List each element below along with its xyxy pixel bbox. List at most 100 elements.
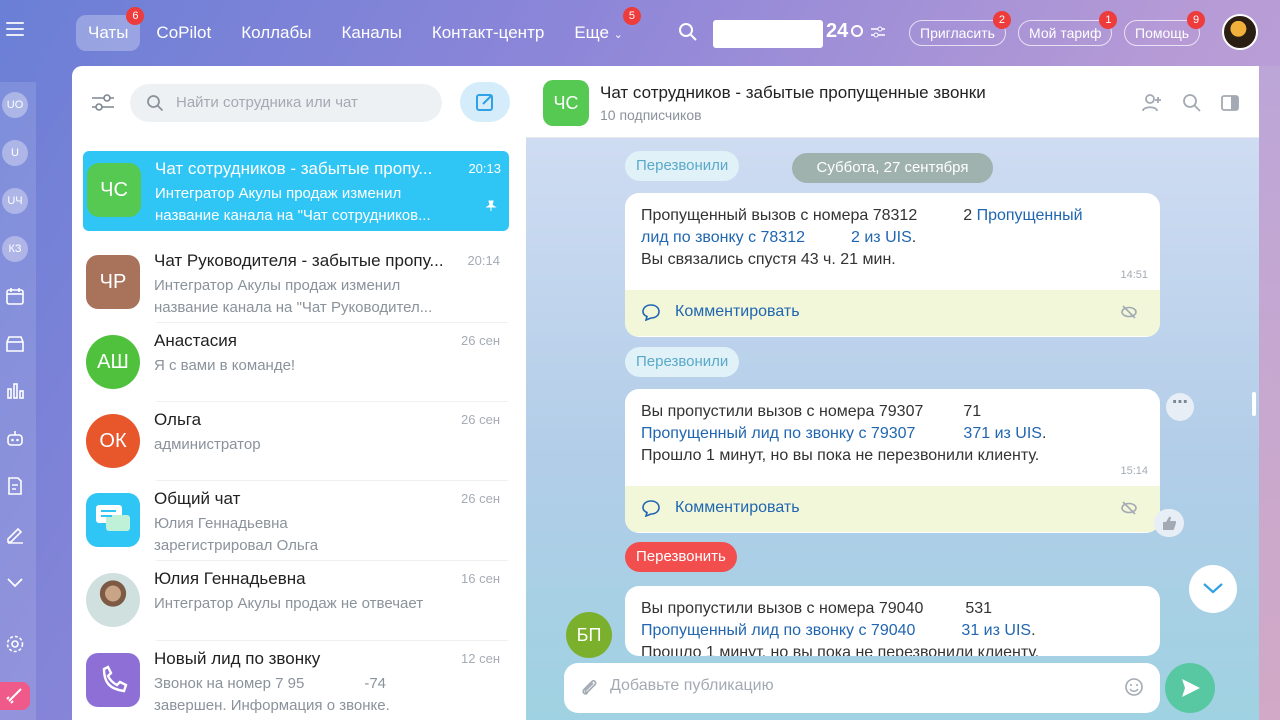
message-bubble: Вы пропустили вызов с номера 79040 531 Пр… bbox=[625, 586, 1160, 656]
nav-channels[interactable]: Каналы bbox=[327, 15, 415, 51]
user-photo bbox=[86, 573, 140, 627]
chat-preview-line: завершен. Информация о звонке. bbox=[154, 697, 390, 714]
emoji-icon[interactable] bbox=[1124, 677, 1144, 702]
tariff-button[interactable]: Мой тариф 1 bbox=[1018, 11, 1118, 46]
filter-icon[interactable] bbox=[92, 94, 114, 117]
search-icon[interactable] bbox=[1181, 92, 1203, 114]
comment-button[interactable]: Комментировать bbox=[625, 486, 1160, 532]
sliders-icon[interactable] bbox=[871, 25, 885, 44]
chat-name: Анастасия bbox=[154, 331, 237, 350]
comment-button[interactable]: Комментировать bbox=[625, 290, 1160, 336]
message-composer[interactable]: Добавьте публикацию bbox=[564, 663, 1160, 713]
more-options-icon[interactable]: ⋯ bbox=[1166, 393, 1194, 421]
nav-more-label: Еще bbox=[574, 23, 609, 42]
message-text: Вы пропустили вызов с номера 79040 531 Пр… bbox=[625, 586, 1160, 656]
scrollbar-thumb[interactable] bbox=[1252, 392, 1256, 416]
sign-icon[interactable] bbox=[5, 524, 25, 544]
nav-collabs[interactable]: Коллабы bbox=[227, 15, 325, 51]
chat-search-input[interactable]: Найти сотрудника или чат bbox=[130, 84, 442, 122]
chat-preview: Звонок на номер 7 95 -74 завершен. Информ… bbox=[154, 673, 474, 717]
document-edit-icon[interactable] bbox=[5, 476, 25, 496]
nav-chats[interactable]: Чаты 6 bbox=[76, 7, 145, 51]
invite-button[interactable]: Пригласить 2 bbox=[909, 11, 1011, 46]
redacted-area bbox=[915, 425, 964, 442]
send-button[interactable] bbox=[1165, 663, 1215, 713]
robot-icon[interactable] bbox=[5, 428, 25, 448]
sender-avatar[interactable]: БП bbox=[566, 612, 612, 658]
thumbs-up-icon[interactable] bbox=[1154, 509, 1184, 537]
chat-time: 26 сен bbox=[461, 333, 500, 348]
lead-link-text: 2 из UIS bbox=[851, 229, 912, 246]
chat-avatar[interactable]: ЧС bbox=[543, 80, 589, 126]
chat-item-yulia[interactable]: Юлия Геннадьевна 16 сен Интегратор Акулы… bbox=[82, 561, 508, 641]
calendar-icon[interactable] bbox=[5, 286, 25, 306]
sidebar-toggle-icon[interactable] bbox=[1219, 92, 1241, 114]
menu-icon[interactable] bbox=[6, 22, 24, 36]
help-button[interactable]: Помощь 9 bbox=[1124, 11, 1206, 46]
chart-icon[interactable] bbox=[5, 380, 25, 400]
lead-link[interactable]: Пропущенный лид по звонку с 79307 371 из … bbox=[641, 425, 1042, 442]
redacted-area bbox=[915, 622, 962, 639]
paperclip-icon[interactable] bbox=[580, 677, 598, 702]
message-line: 2 bbox=[963, 207, 973, 224]
chat-time: 20:13 bbox=[468, 161, 501, 176]
redacted-area bbox=[304, 676, 365, 693]
pin-icon bbox=[485, 199, 497, 217]
new-chat-button[interactable] bbox=[460, 82, 510, 122]
gear-icon[interactable] bbox=[5, 634, 25, 654]
lead-link-text: Пропущенный лид по звонку с 79040 bbox=[641, 622, 916, 639]
message-text: Вы пропустили вызов с номера 79307 71 Про… bbox=[641, 403, 1047, 464]
nav-more[interactable]: Еще ⌄ 5 bbox=[560, 7, 641, 51]
scroll-down-button[interactable] bbox=[1189, 565, 1237, 613]
chat-item-managers[interactable]: ЧР Чат Руководителя - забытые пропу... 2… bbox=[82, 243, 508, 323]
chat-subscribers[interactable]: 10 подписчиков bbox=[600, 107, 702, 123]
chat-preview-line: Я с вами в команде! bbox=[154, 357, 296, 374]
message-line: 71 bbox=[963, 403, 982, 420]
chat-preview-line: название канала на "Чат сотрудников... bbox=[155, 207, 431, 224]
eye-off-icon[interactable] bbox=[1120, 304, 1138, 325]
search-icon[interactable] bbox=[678, 22, 698, 47]
search-placeholder: Найти сотрудника или чат bbox=[176, 94, 358, 111]
redacted-area bbox=[923, 403, 964, 420]
message-bubble: Пропущенный вызов с номера 78312 2 Пропущ… bbox=[625, 193, 1160, 337]
tariff-label: Мой тариф bbox=[1029, 25, 1102, 41]
chat-preview-line: администратор bbox=[154, 436, 261, 453]
chat-name: Чат Руководителя - забытые пропу... bbox=[154, 251, 444, 270]
rocket-icon[interactable] bbox=[0, 682, 30, 710]
rail-item-uch[interactable]: UЧ bbox=[2, 188, 28, 214]
lead-link-text: 31 из UIS bbox=[961, 622, 1032, 639]
eye-off-icon[interactable] bbox=[1120, 500, 1138, 521]
chat-name: Ольга bbox=[154, 410, 202, 429]
chat-time: 20:14 bbox=[467, 253, 500, 268]
store-icon[interactable] bbox=[5, 334, 25, 354]
rail-item-kz[interactable]: КЗ bbox=[2, 236, 28, 262]
chat-name: Общий чат bbox=[154, 489, 241, 508]
chat-item-general[interactable]: Общий чат 26 сен Юлия Геннадьевна зареги… bbox=[82, 481, 508, 561]
chat-time: 26 сен bbox=[461, 491, 500, 506]
tariff-badge: 1 bbox=[1099, 11, 1118, 29]
chat-item-new-lead[interactable]: Новый лид по звонку 12 сен Звонок на ном… bbox=[82, 641, 508, 720]
chat-item-employees[interactable]: ЧС Чат сотрудников - забытые пропу... 20… bbox=[83, 151, 509, 231]
status-tag-called-back: Перезвонили bbox=[625, 151, 740, 181]
chat-item-olga[interactable]: ОК Ольга 26 сен администратор bbox=[82, 402, 508, 482]
chat-time: 12 сен bbox=[461, 651, 500, 666]
rail-item-u[interactable]: U bbox=[2, 140, 28, 166]
lead-link[interactable]: Пропущенный лид по звонку с 79040 31 из U… bbox=[641, 622, 1031, 639]
redacted-area bbox=[713, 20, 823, 48]
user-avatar[interactable] bbox=[1222, 14, 1258, 50]
chat-preview: администратор bbox=[154, 434, 474, 456]
rail-item-uo[interactable]: UO bbox=[2, 92, 28, 118]
nav-copilot[interactable]: CoPilot bbox=[142, 15, 225, 51]
message-time: 15:14 bbox=[1120, 465, 1148, 477]
message-bubble: Вы пропустили вызов с номера 79307 71 Про… bbox=[625, 389, 1160, 533]
add-user-icon[interactable] bbox=[1141, 92, 1163, 114]
chat-preview-line: Интегратор Акулы продаж изменил bbox=[155, 185, 402, 202]
chat-item-anastasia[interactable]: АШ Анастасия 26 сен Я с вами в команде! bbox=[82, 323, 508, 403]
chat-title[interactable]: Чат сотрудников - забытые пропущенные зв… bbox=[600, 83, 986, 103]
chevron-down-icon[interactable] bbox=[5, 572, 25, 592]
composer-placeholder: Добавьте публикацию bbox=[610, 677, 774, 694]
background-edge bbox=[1259, 66, 1280, 720]
nav-contact-center[interactable]: Контакт-центр bbox=[418, 15, 559, 51]
chat-preview-text: -74 bbox=[364, 675, 387, 692]
invite-label: Пригласить bbox=[920, 25, 995, 41]
